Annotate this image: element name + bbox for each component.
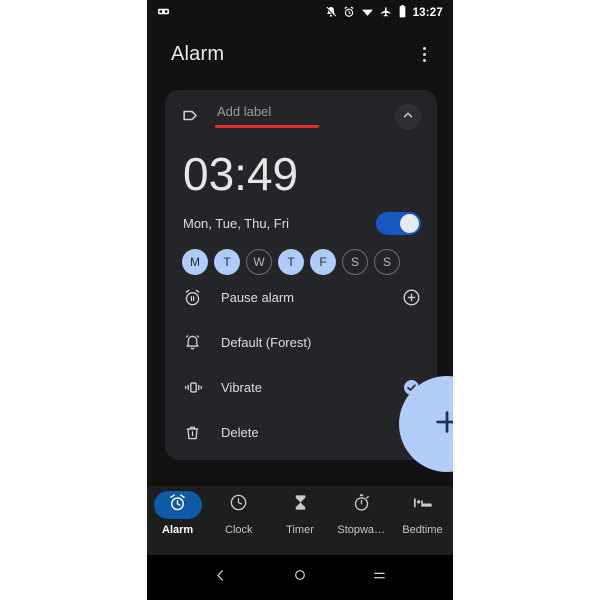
pause-alarm-label: Pause alarm: [221, 290, 294, 305]
vibrate-label: Vibrate: [221, 380, 262, 395]
alarm-repeat-summary: Mon, Tue, Thu, Fri: [183, 215, 289, 231]
day-chip-label: F: [319, 255, 327, 269]
page-root: 13:27 Alarm Add label 03:49 Mon, Tue, Th…: [0, 0, 600, 600]
dot: [422, 52, 426, 56]
alarm-repeat-row: Mon, Tue, Thu, Fri: [181, 210, 421, 236]
plus-circle-icon: [403, 289, 420, 306]
home-button[interactable]: [285, 563, 315, 593]
alarm-pause-icon: [183, 288, 211, 307]
nav-label-alarm: Alarm: [162, 524, 194, 536]
day-chip-wednesday[interactable]: W: [246, 249, 272, 275]
nav-pill-bedtime: [398, 491, 446, 519]
voicemail-icon: [157, 5, 170, 23]
recents-icon: [372, 568, 387, 588]
alarm-set-icon: [343, 5, 355, 23]
status-bar: 13:27: [147, 0, 453, 28]
nav-pill-timer: [276, 491, 324, 519]
status-bar-clock: 13:27: [412, 7, 443, 20]
day-chip-friday[interactable]: F: [310, 249, 336, 275]
clock-icon: [229, 493, 248, 517]
day-chip-label: T: [223, 255, 231, 269]
nav-item-bedtime[interactable]: Bedtime: [392, 491, 453, 536]
nav-pill-stopwatch: [337, 491, 385, 519]
plus-icon: [432, 407, 453, 442]
collapse-alarm-button[interactable]: [395, 104, 421, 130]
chevron-up-icon: [401, 108, 415, 127]
status-bar-left: [157, 5, 170, 23]
day-chip-label: T: [287, 255, 295, 269]
pause-alarm-row[interactable]: Pause alarm: [181, 275, 421, 320]
back-icon: [213, 568, 228, 588]
alarm-label-row: Add label: [181, 104, 421, 142]
phone-screen: 13:27 Alarm Add label 03:49 Mon, Tue, Th…: [147, 0, 453, 600]
ringtone-row[interactable]: Default (Forest): [181, 320, 421, 365]
day-chip-tuesday[interactable]: T: [214, 249, 240, 275]
day-chip-label: S: [382, 255, 391, 269]
back-button[interactable]: [206, 563, 236, 593]
alarm-expanded-card: Add label 03:49 Mon, Tue, Thu, Fri M T W…: [165, 90, 437, 460]
delete-alarm-row[interactable]: Delete: [181, 410, 421, 455]
day-chip-saturday[interactable]: S: [342, 249, 368, 275]
day-chip-label: M: [190, 255, 200, 269]
tag-icon: [181, 104, 207, 130]
nav-label-bedtime: Bedtime: [402, 524, 443, 536]
bed-icon: [412, 493, 433, 517]
day-chip-label: W: [253, 255, 265, 269]
wifi-icon: [361, 5, 374, 23]
nav-item-clock[interactable]: Clock: [208, 491, 269, 536]
stopwatch-icon: [352, 493, 371, 517]
alarm-label-placeholder: Add label: [217, 104, 272, 119]
alarm-day-selector: M T W T F S S: [181, 249, 421, 275]
add-pause-button[interactable]: [402, 288, 421, 307]
app-bar: Alarm: [147, 28, 453, 80]
recents-button[interactable]: [364, 563, 394, 593]
delete-alarm-label: Delete: [221, 425, 259, 440]
bottom-navigation: Alarm Clock Timer Stopwa… Bedtime: [147, 486, 453, 555]
alarm-clock-icon: [168, 493, 187, 517]
status-bar-right: 13:27: [325, 5, 443, 23]
nav-item-timer[interactable]: Timer: [269, 491, 330, 536]
day-chip-monday[interactable]: M: [182, 249, 208, 275]
more-options-button[interactable]: [413, 41, 435, 67]
day-chip-thursday[interactable]: T: [278, 249, 304, 275]
notifications-muted-icon: [325, 5, 337, 23]
dot: [422, 46, 426, 50]
vibrate-row[interactable]: Vibrate: [181, 365, 421, 410]
nav-label-timer: Timer: [286, 524, 314, 536]
ringtone-label: Default (Forest): [221, 335, 312, 350]
home-icon: [293, 568, 307, 587]
nav-item-alarm[interactable]: Alarm: [147, 491, 208, 536]
nav-pill-clock: [215, 491, 263, 519]
alarm-enabled-toggle[interactable]: [376, 211, 421, 235]
day-chip-label: S: [350, 255, 359, 269]
alarm-time[interactable]: 03:49: [181, 148, 421, 200]
bell-ring-icon: [183, 333, 211, 352]
nav-item-stopwatch[interactable]: Stopwa…: [331, 491, 392, 536]
trash-icon: [183, 423, 211, 442]
day-chip-sunday[interactable]: S: [374, 249, 400, 275]
airplane-mode-icon: [380, 5, 392, 23]
alarm-label-input[interactable]: Add label: [215, 104, 327, 128]
nav-label-stopwatch: Stopwa…: [337, 524, 386, 536]
system-navigation-bar: [147, 555, 453, 600]
alarm-label-focus-underline: [215, 125, 319, 128]
dot: [422, 58, 426, 62]
nav-label-clock: Clock: [225, 524, 253, 536]
hourglass-icon: [291, 493, 310, 517]
nav-pill-alarm: [153, 491, 202, 519]
vibrate-icon: [183, 378, 211, 397]
page-title: Alarm: [171, 42, 225, 65]
toggle-thumb: [400, 213, 419, 233]
battery-icon: [398, 5, 407, 23]
